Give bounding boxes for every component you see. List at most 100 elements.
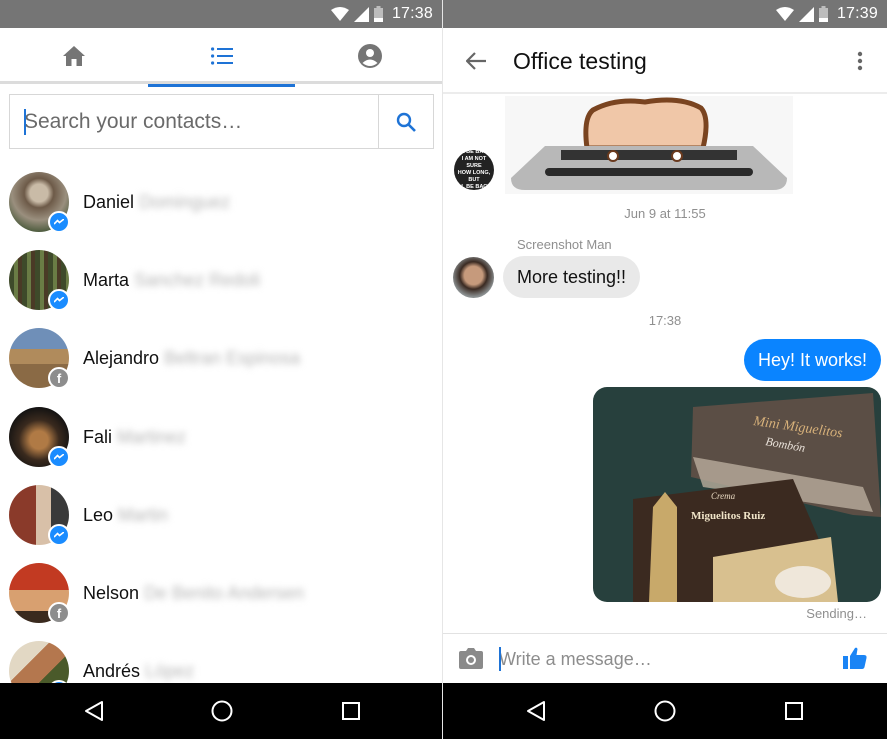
camera-icon	[459, 648, 483, 669]
status-bar: 17:38	[0, 0, 442, 28]
toast-eye	[607, 150, 619, 162]
box2-flavor: Crema	[711, 491, 736, 501]
status-bar: 17:39	[443, 0, 887, 28]
contact-first-name: Nelson	[83, 582, 140, 603]
list-icon	[210, 47, 233, 65]
contact-first-name: Andrés	[83, 660, 141, 681]
contact-first-name: Daniel	[83, 191, 135, 212]
back-button[interactable]	[463, 48, 489, 74]
toast-slice	[583, 97, 709, 151]
system-nav-bar	[0, 683, 442, 739]
messenger-icon	[54, 297, 64, 303]
contact-item[interactable]: Marta Sanchez Redoli	[0, 241, 442, 319]
text-cursor	[24, 109, 26, 135]
arrow-left-icon	[466, 52, 486, 70]
tab-bar	[0, 28, 442, 87]
contact-last-name-blurred: López	[145, 660, 195, 681]
facebook-icon: f	[56, 605, 62, 621]
contact-last-name-blurred: Dominguez	[139, 191, 231, 212]
tab-contacts[interactable]	[148, 28, 295, 87]
contact-list: Daniel Dominguez Marta Sanchez Redoli f Al…	[0, 158, 442, 683]
contact-item[interactable]: Leo Martin	[0, 476, 442, 554]
contact-search	[9, 94, 434, 149]
contact-item[interactable]: Andrés López	[0, 632, 442, 683]
message-input[interactable]	[499, 643, 819, 675]
search-button[interactable]	[378, 95, 433, 148]
messenger-icon	[54, 532, 64, 538]
contact-item[interactable]: f Nelson De Benito Andersen	[0, 554, 442, 632]
toaster-lever-slot	[545, 168, 753, 176]
account-circle-icon	[357, 44, 382, 68]
camera-button[interactable]	[459, 647, 483, 669]
wifi-icon	[330, 7, 349, 21]
avatar-text-line: I AM NOT SURE	[461, 156, 487, 170]
like-button[interactable]	[843, 646, 867, 670]
contacts-screen: 17:38 DanielDominguez	[0, 0, 442, 739]
messenger-icon	[54, 219, 64, 225]
home-circle-icon	[654, 700, 676, 722]
toast-gif-message[interactable]	[505, 96, 793, 194]
outgoing-photo-message[interactable]: Mini Miguelitos Bombón Crema Miguelitos …	[593, 387, 881, 602]
wifi-icon	[775, 7, 794, 21]
messenger-badge	[48, 446, 70, 468]
chat-screen: 17:39 Office testing I'LL BE BACK. I AM …	[443, 0, 887, 739]
nav-recents-button[interactable]	[337, 697, 365, 725]
outgoing-message[interactable]: Hey! It works!	[743, 339, 881, 381]
avatar	[9, 641, 69, 683]
facebook-badge: f	[48, 367, 70, 389]
sender-avatar	[453, 257, 494, 298]
timestamp: Jun 9 at 11:55	[624, 206, 706, 221]
contact-first-name: Fali	[83, 426, 113, 447]
contact-item[interactable]: f Alejandro Beltran Espinosa	[0, 319, 442, 397]
avatar-text-line: HOW LONG, BUT	[457, 170, 491, 183]
battery-icon	[818, 6, 828, 22]
nav-back-button[interactable]	[522, 697, 550, 725]
chat-header: Office testing	[443, 28, 887, 94]
home-circle-icon	[211, 700, 233, 722]
facebook-badge: f	[48, 602, 70, 624]
avatar-text-line: I'LL BE BACK.	[455, 183, 493, 190]
contact-first-name: Marta	[83, 269, 130, 290]
gif-sender-avatar: I'LL BE BACK. I AM NOT SURE HOW LONG, BU…	[454, 149, 494, 190]
toaster-slot	[561, 150, 737, 160]
signal-icon	[798, 6, 814, 22]
tab-home[interactable]	[0, 28, 147, 84]
signal-icon	[353, 6, 369, 22]
more-options-button[interactable]	[849, 48, 871, 74]
box2-brand: Miguelitos Ruiz	[691, 510, 765, 522]
messenger-icon	[54, 454, 64, 460]
status-time: 17:39	[836, 5, 878, 22]
message-status: Sending…	[806, 606, 867, 621]
contact-first-name: Leo	[83, 504, 114, 525]
sender-name: Screenshot Man	[517, 237, 612, 252]
message-thread: I'LL BE BACK. I AM NOT SURE HOW LONG, BU…	[443, 94, 887, 633]
contact-item[interactable]: Daniel Dominguez	[0, 163, 442, 241]
timestamp: 17:38	[648, 313, 682, 328]
nav-home-button[interactable]	[651, 697, 679, 725]
toast-eye	[671, 150, 683, 162]
contact-first-name: Alejandro	[83, 347, 160, 368]
back-icon	[527, 701, 545, 721]
nav-back-button[interactable]	[80, 697, 108, 725]
contact-last-name-blurred: Martin	[118, 504, 169, 525]
search-icon	[396, 112, 416, 132]
incoming-message[interactable]: More testing!!	[503, 256, 641, 298]
contact-item[interactable]: Fali Martinez	[0, 398, 442, 476]
messenger-badge	[48, 289, 70, 311]
tab-profile[interactable]	[296, 28, 442, 84]
status-time: 17:38	[391, 5, 433, 22]
messenger-badge	[48, 524, 70, 546]
facebook-icon: f	[56, 370, 62, 386]
more-vert-icon	[857, 51, 863, 71]
contact-last-name-blurred: Sanchez Redoli	[134, 269, 261, 290]
avatar-text-line: I'LL BE BACK.	[455, 149, 493, 156]
home-icon	[62, 46, 85, 66]
search-input[interactable]	[10, 95, 378, 148]
pastry	[775, 566, 831, 598]
tower-drawing	[649, 492, 677, 602]
nav-recents-button[interactable]	[780, 697, 808, 725]
message-composer	[443, 633, 887, 683]
system-nav-bar	[443, 683, 887, 739]
recents-square-icon	[785, 702, 803, 720]
nav-home-button[interactable]	[208, 697, 236, 725]
